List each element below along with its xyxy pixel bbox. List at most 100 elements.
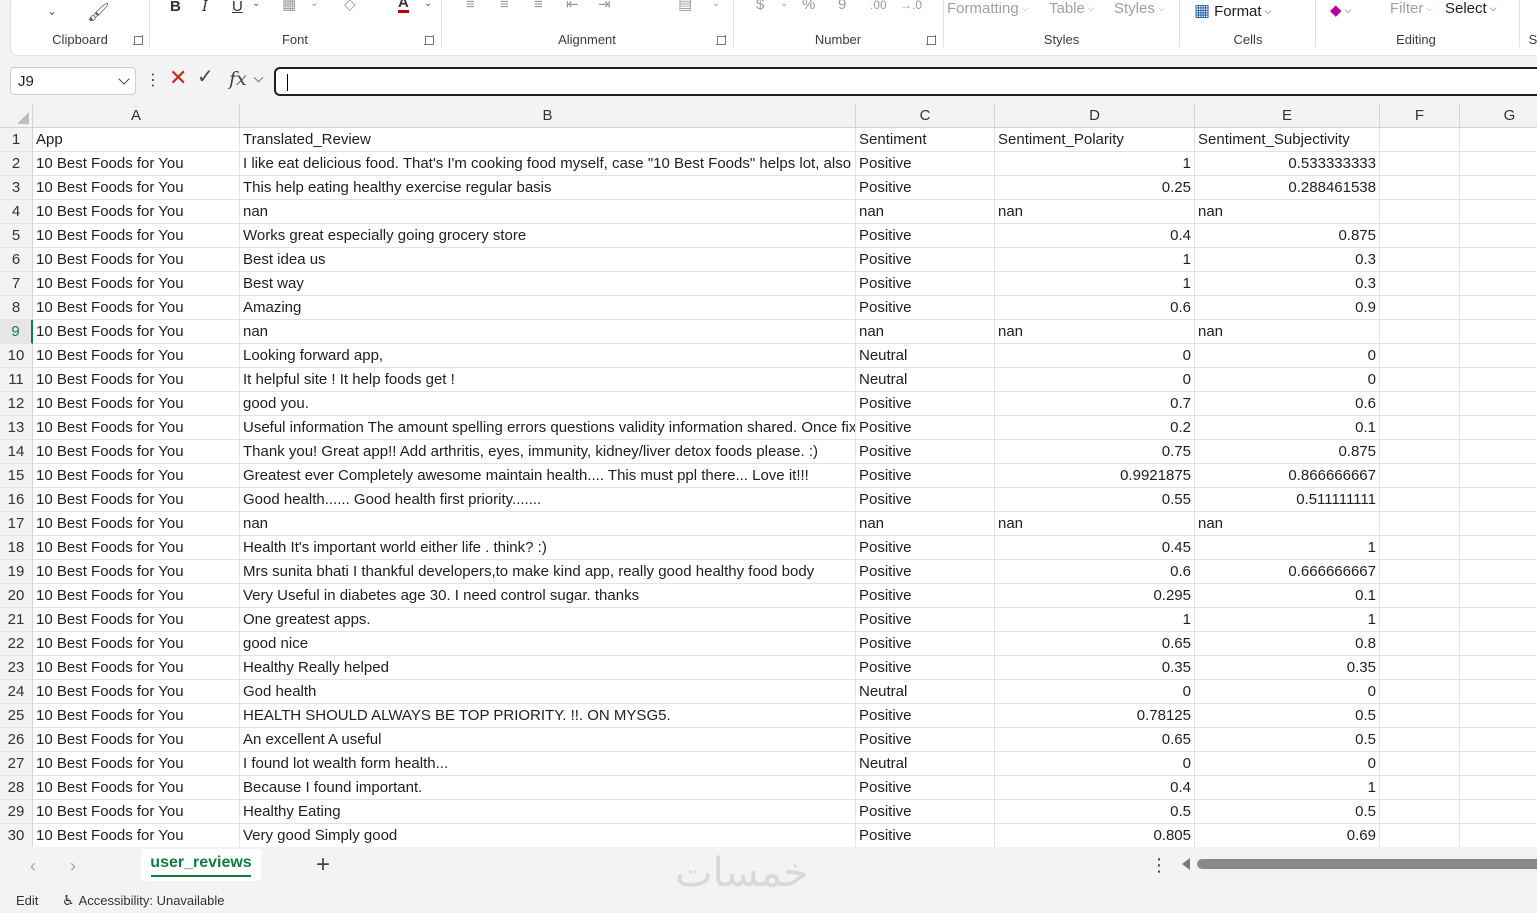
cell-f5[interactable] (1380, 224, 1460, 248)
cell-g4[interactable] (1460, 200, 1537, 224)
cell-c24[interactable]: Neutral (856, 680, 995, 704)
header-cell-c[interactable]: Sentiment (856, 128, 995, 152)
cell-c15[interactable]: Positive (856, 464, 995, 488)
row-header-7[interactable]: 7 (0, 272, 33, 296)
cell-e22[interactable]: 0.8 (1195, 632, 1380, 656)
cell-a20[interactable]: 10 Best Foods for You (33, 584, 240, 608)
cell-f27[interactable] (1380, 752, 1460, 776)
find-select-button[interactable]: Select ⌵ (1445, 0, 1497, 17)
cell-f24[interactable] (1380, 680, 1460, 704)
row-header-11[interactable]: 11 (0, 368, 33, 392)
cell-b16[interactable]: Good health...... Good health first prio… (240, 488, 856, 512)
row-header-17[interactable]: 17 (0, 512, 33, 536)
cell-b23[interactable]: Healthy Really helped (240, 656, 856, 680)
format-button[interactable]: ▦ Format ⌵ (1194, 1, 1271, 21)
cell-g30[interactable] (1460, 824, 1537, 847)
row-header-16[interactable]: 16 (0, 488, 33, 512)
cell-c11[interactable]: Neutral (856, 368, 995, 392)
cell-g1[interactable] (1460, 128, 1537, 152)
cell-d8[interactable]: 0.6 (995, 296, 1195, 320)
sort-filter-button[interactable]: Filter ⌵ (1390, 0, 1433, 17)
cell-b18[interactable]: Health It's important world either life … (240, 536, 856, 560)
column-header-a[interactable]: A (33, 104, 240, 128)
cell-g10[interactable] (1460, 344, 1537, 368)
cell-d12[interactable]: 0.7 (995, 392, 1195, 416)
cell-a25[interactable]: 10 Best Foods for You (33, 704, 240, 728)
formula-input[interactable] (274, 67, 1537, 96)
cell-g13[interactable] (1460, 416, 1537, 440)
font-color-dropdown-icon[interactable]: ⌄ (424, 0, 432, 9)
cell-f8[interactable] (1380, 296, 1460, 320)
cell-e24[interactable]: 0 (1195, 680, 1380, 704)
cell-a23[interactable]: 10 Best Foods for You (33, 656, 240, 680)
cell-c23[interactable]: Positive (856, 656, 995, 680)
cell-g21[interactable] (1460, 608, 1537, 632)
cell-d13[interactable]: 0.2 (995, 416, 1195, 440)
cell-c14[interactable]: Positive (856, 440, 995, 464)
cell-f20[interactable] (1380, 584, 1460, 608)
row-header-8[interactable]: 8 (0, 296, 33, 320)
cell-a24[interactable]: 10 Best Foods for You (33, 680, 240, 704)
cell-f26[interactable] (1380, 728, 1460, 752)
cell-e4[interactable]: nan (1195, 200, 1380, 224)
cell-c26[interactable]: Positive (856, 728, 995, 752)
cell-d9[interactable]: nan (995, 320, 1195, 344)
cell-a2[interactable]: 10 Best Foods for You (33, 152, 240, 176)
cell-b14[interactable]: Thank you! Great app!! Add arthritis, ey… (240, 440, 856, 464)
sheet-tab-user-reviews[interactable]: user_reviews (141, 849, 261, 881)
cell-a26[interactable]: 10 Best Foods for You (33, 728, 240, 752)
cell-c7[interactable]: Positive (856, 272, 995, 296)
cell-a30[interactable]: 10 Best Foods for You (33, 824, 240, 847)
cell-e29[interactable]: 0.5 (1195, 800, 1380, 824)
row-header-26[interactable]: 26 (0, 728, 33, 752)
cell-c22[interactable]: Positive (856, 632, 995, 656)
cell-e6[interactable]: 0.3 (1195, 248, 1380, 272)
cell-g29[interactable] (1460, 800, 1537, 824)
cell-d16[interactable]: 0.55 (995, 488, 1195, 512)
cell-f25[interactable] (1380, 704, 1460, 728)
cell-e9[interactable]: nan (1195, 320, 1380, 344)
cell-d18[interactable]: 0.45 (995, 536, 1195, 560)
cell-b11[interactable]: It helpful site ! It help foods get ! (240, 368, 856, 392)
clear-button[interactable]: ◆ ⌵ (1330, 1, 1351, 19)
cell-a28[interactable]: 10 Best Foods for You (33, 776, 240, 800)
spreadsheet-grid[interactable]: A B C D E F G 1 App Translated_Review Sentiment Sen… (0, 104, 1537, 847)
increase-indent-icon[interactable]: ⇥ (598, 0, 611, 12)
cell-d30[interactable]: 0.805 (995, 824, 1195, 847)
cell-a5[interactable]: 10 Best Foods for You (33, 224, 240, 248)
cell-e26[interactable]: 0.5 (1195, 728, 1380, 752)
cell-g2[interactable] (1460, 152, 1537, 176)
cell-g19[interactable] (1460, 560, 1537, 584)
row-header-3[interactable]: 3 (0, 176, 33, 200)
cell-g15[interactable] (1460, 464, 1537, 488)
row-header-5[interactable]: 5 (0, 224, 33, 248)
cell-e12[interactable]: 0.6 (1195, 392, 1380, 416)
cell-e14[interactable]: 0.875 (1195, 440, 1380, 464)
currency-icon[interactable]: $ (756, 0, 764, 12)
more-options-icon[interactable]: ⋮ (145, 70, 161, 90)
cell-c27[interactable]: Neutral (856, 752, 995, 776)
cell-c17[interactable]: nan (856, 512, 995, 536)
cell-d2[interactable]: 1 (995, 152, 1195, 176)
cell-f22[interactable] (1380, 632, 1460, 656)
cell-g6[interactable] (1460, 248, 1537, 272)
cell-e17[interactable]: nan (1195, 512, 1380, 536)
cell-c20[interactable]: Positive (856, 584, 995, 608)
column-header-e[interactable]: E (1195, 104, 1380, 128)
paste-dropdown-chevron-icon[interactable]: ⌄ (47, 5, 57, 17)
cell-e3[interactable]: 0.288461538 (1195, 176, 1380, 200)
cell-e15[interactable]: 0.866666667 (1195, 464, 1380, 488)
scroll-left-icon[interactable] (1182, 858, 1190, 870)
cell-d20[interactable]: 0.295 (995, 584, 1195, 608)
cell-a10[interactable]: 10 Best Foods for You (33, 344, 240, 368)
cell-e19[interactable]: 0.666666667 (1195, 560, 1380, 584)
increase-decimal-icon[interactable]: .00 (870, 0, 887, 11)
cell-c18[interactable]: Positive (856, 536, 995, 560)
cell-f13[interactable] (1380, 416, 1460, 440)
row-header-24[interactable]: 24 (0, 680, 33, 704)
cell-g3[interactable] (1460, 176, 1537, 200)
cell-g7[interactable] (1460, 272, 1537, 296)
cell-b21[interactable]: One greatest apps. (240, 608, 856, 632)
chevron-left-icon[interactable]: ‹ (30, 856, 36, 877)
cell-a11[interactable]: 10 Best Foods for You (33, 368, 240, 392)
